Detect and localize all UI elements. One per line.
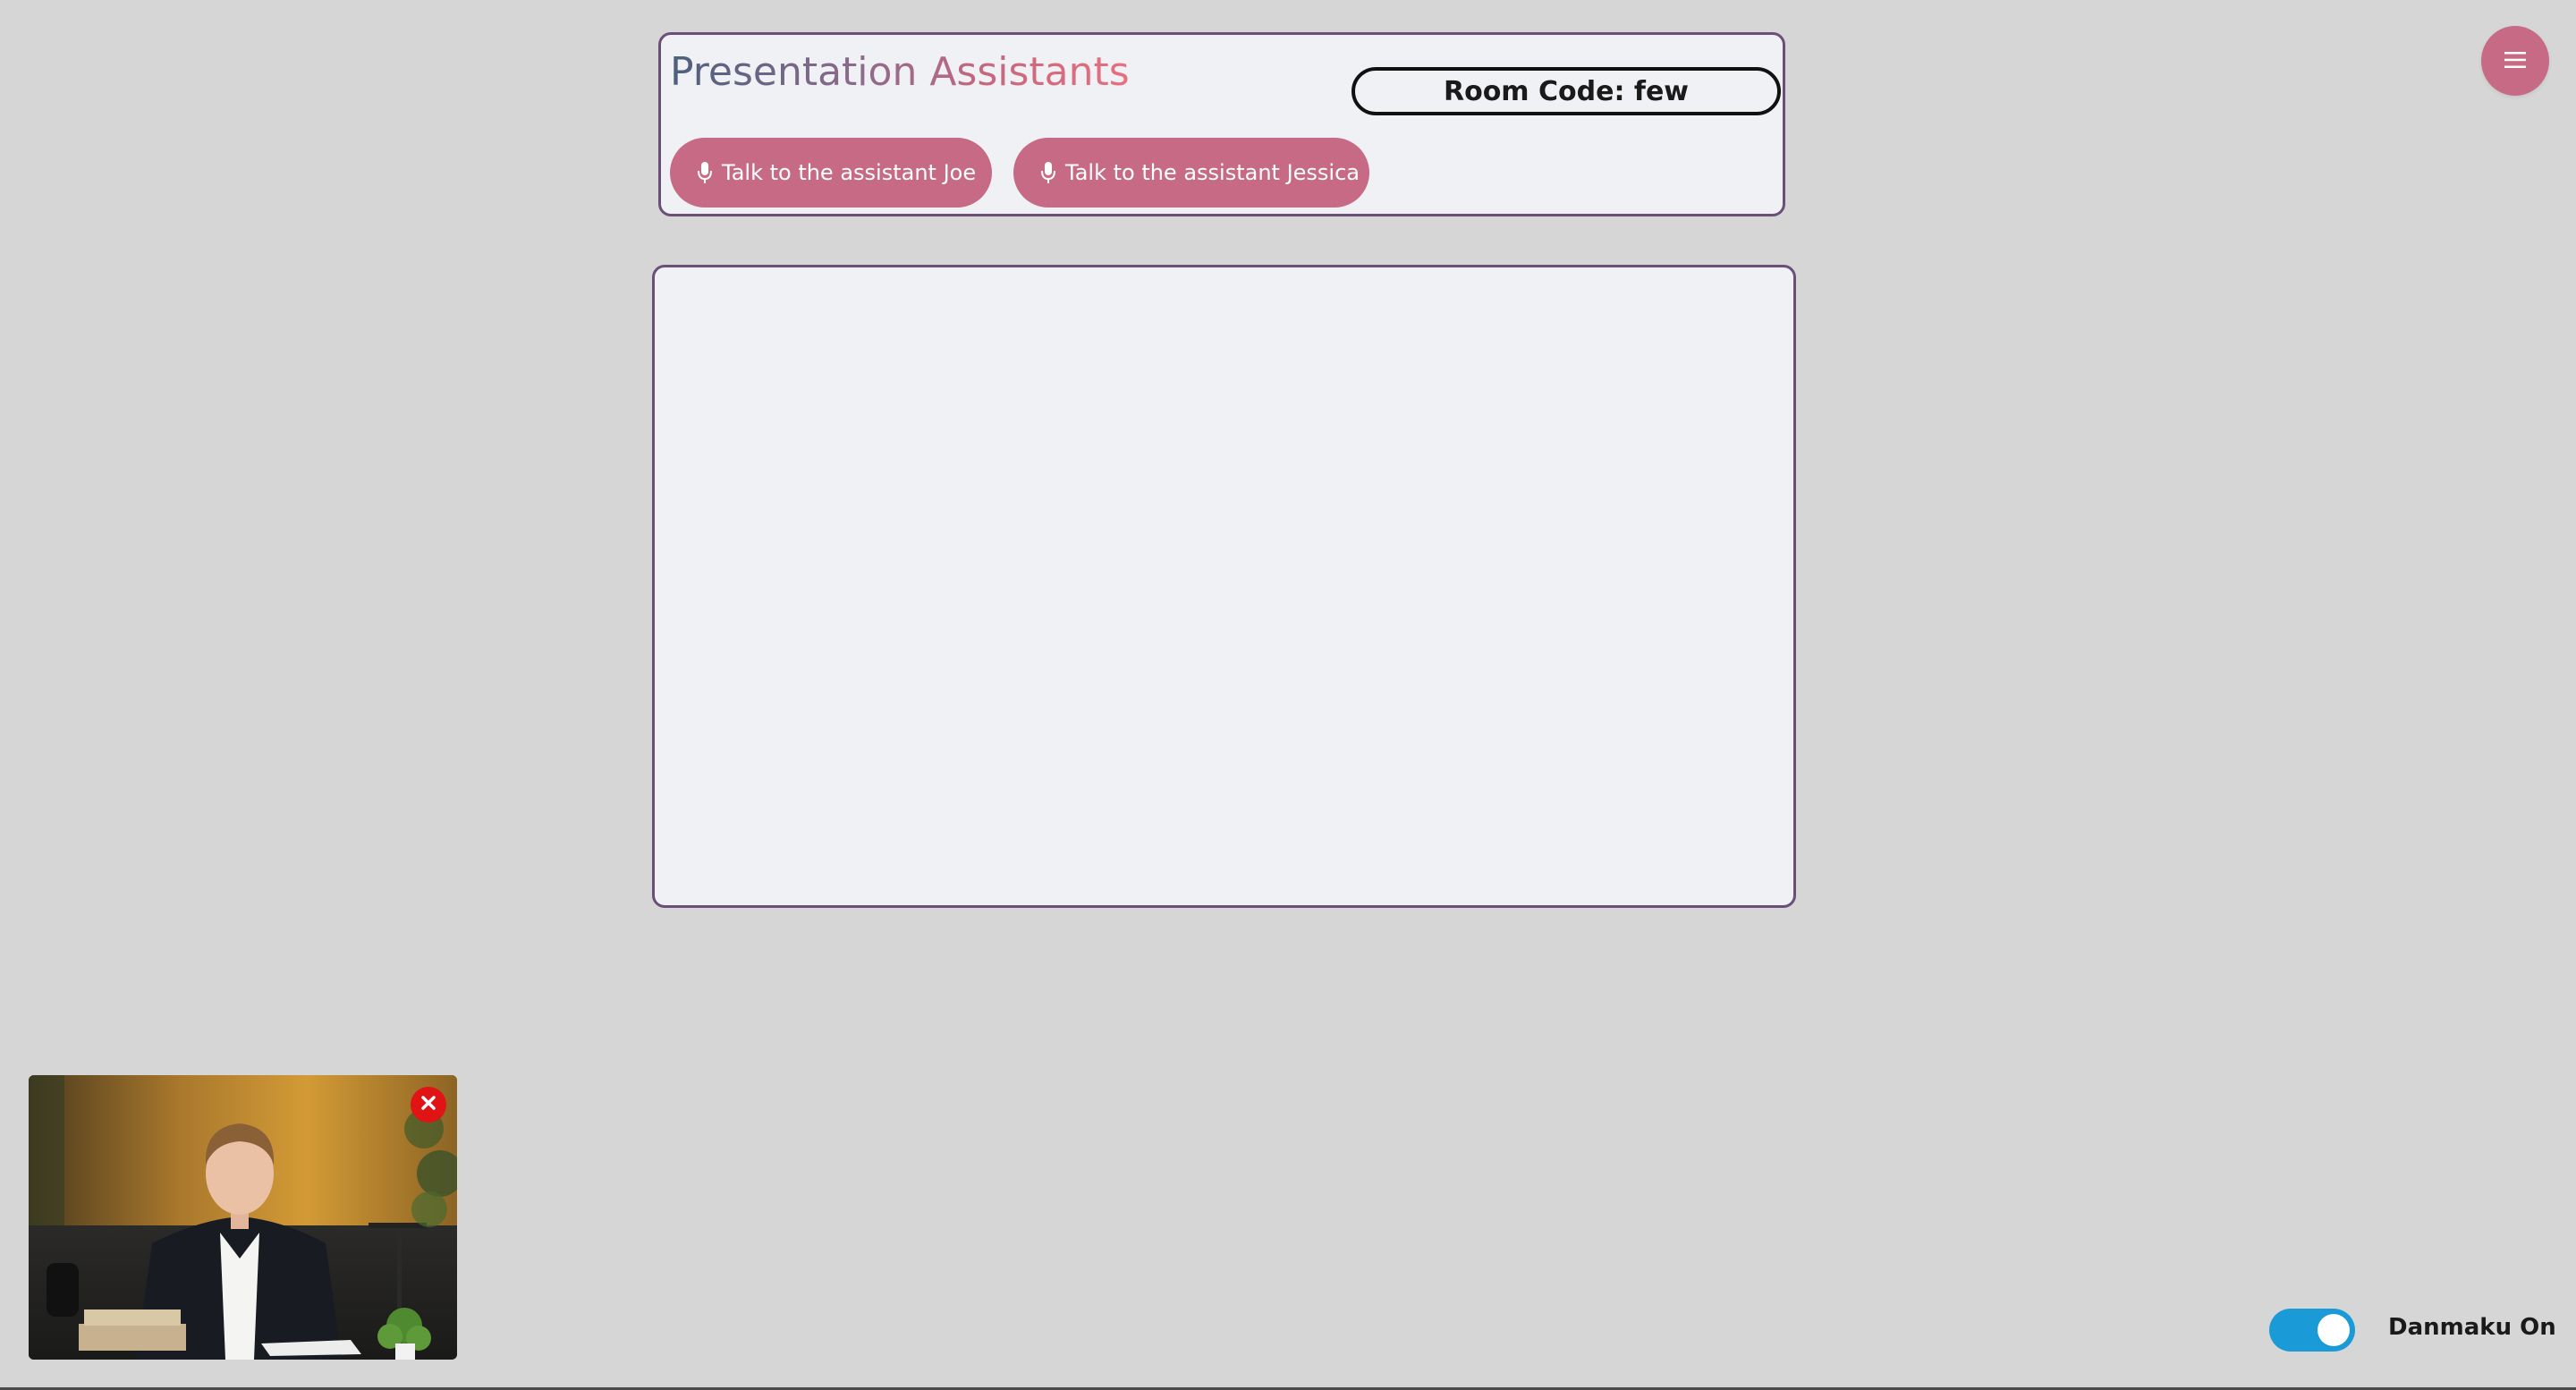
talk-to-jessica-label: Talk to the assistant Jessica bbox=[1065, 160, 1360, 185]
close-video-button[interactable] bbox=[411, 1087, 446, 1123]
menu-button[interactable] bbox=[2481, 26, 2549, 96]
presentation-content-area bbox=[652, 265, 1796, 908]
danmaku-label: Danmaku On bbox=[2388, 1314, 2556, 1341]
page-title: Presentation Assistants bbox=[670, 49, 1130, 95]
talk-to-joe-button[interactable]: Talk to the assistant Joe bbox=[670, 138, 992, 208]
talk-to-joe-label: Talk to the assistant Joe bbox=[722, 160, 977, 185]
danmaku-toggle[interactable] bbox=[2269, 1309, 2355, 1352]
header-panel: Presentation Assistants Room Code: few T… bbox=[658, 32, 1785, 216]
room-code-badge: Room Code: few bbox=[1352, 67, 1781, 115]
microphone-icon bbox=[697, 161, 713, 184]
close-icon bbox=[419, 1093, 438, 1116]
microphone-icon bbox=[1040, 161, 1056, 184]
toggle-knob bbox=[2318, 1314, 2350, 1346]
presenter-video-frame bbox=[29, 1075, 457, 1360]
hamburger-menu-icon bbox=[2504, 50, 2527, 72]
presenter-video[interactable] bbox=[29, 1075, 457, 1360]
talk-to-jessica-button[interactable]: Talk to the assistant Jessica bbox=[1013, 138, 1369, 208]
